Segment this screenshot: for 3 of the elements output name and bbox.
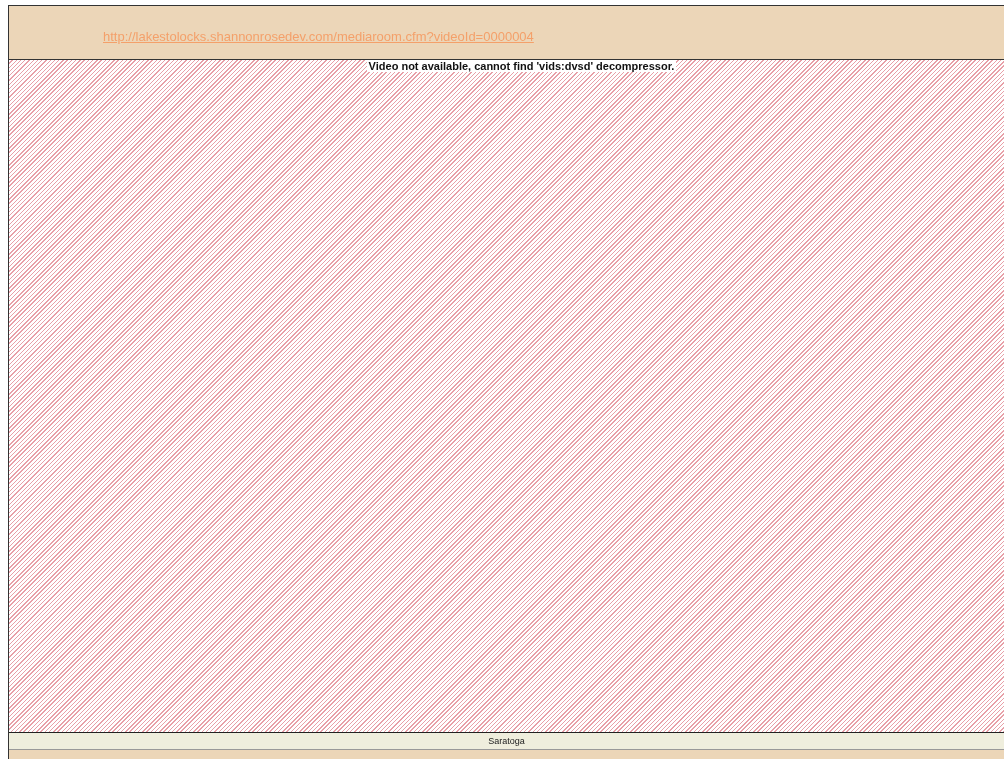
video-link[interactable]: http://lakestolocks.shannonrosedev.com/mediaroom.cfm?videoId=0000004 bbox=[103, 29, 534, 44]
video-caption: Saratoga bbox=[488, 736, 525, 746]
error-message: Video not available, cannot find 'vids:dvsd' decompressor. bbox=[366, 60, 677, 72]
